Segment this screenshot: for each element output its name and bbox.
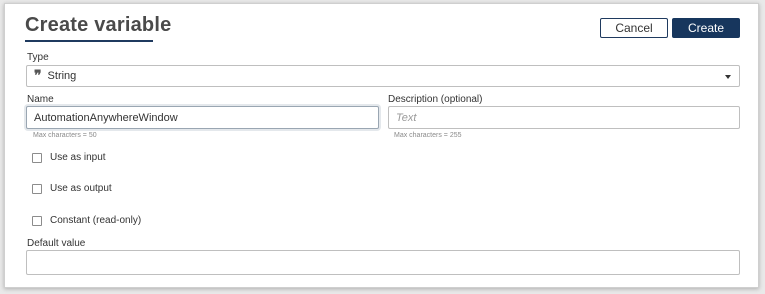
create-button[interactable]: Create xyxy=(672,18,740,38)
name-label: Name xyxy=(27,94,54,105)
default-value-label: Default value xyxy=(27,238,86,249)
create-variable-dialog: Create variable Cancel Create Type ❞ Str… xyxy=(4,3,759,288)
description-hint: Max characters = 255 xyxy=(394,132,462,139)
type-select[interactable]: ❞ String xyxy=(26,65,740,87)
constant-checkbox[interactable] xyxy=(32,215,42,226)
use-as-input-checkbox[interactable] xyxy=(32,152,42,163)
type-select-value: String xyxy=(47,70,77,82)
use-as-output-checkbox[interactable] xyxy=(32,183,42,194)
use-as-input-option[interactable]: Use as input xyxy=(32,152,106,163)
dialog-title: Create variable xyxy=(25,14,172,36)
use-as-output-option[interactable]: Use as output xyxy=(32,183,112,194)
default-value-input[interactable] xyxy=(26,250,740,275)
description-label: Description (optional) xyxy=(388,94,483,105)
use-as-input-label: Use as input xyxy=(50,152,106,163)
name-input-value: AutomationAnywhereWindow xyxy=(34,111,178,124)
title-underline xyxy=(25,40,153,42)
name-hint: Max characters = 50 xyxy=(33,132,97,139)
type-label: Type xyxy=(27,52,49,63)
description-input[interactable]: Text xyxy=(388,106,740,129)
constant-label: Constant (read-only) xyxy=(50,215,142,226)
quote-icon: ❞ xyxy=(34,68,42,84)
chevron-down-icon xyxy=(725,75,731,79)
cancel-button[interactable]: Cancel xyxy=(600,18,668,38)
name-input[interactable]: AutomationAnywhereWindow xyxy=(26,106,379,129)
use-as-output-label: Use as output xyxy=(50,183,112,194)
description-placeholder: Text xyxy=(396,111,417,124)
constant-option[interactable]: Constant (read-only) xyxy=(32,215,141,226)
